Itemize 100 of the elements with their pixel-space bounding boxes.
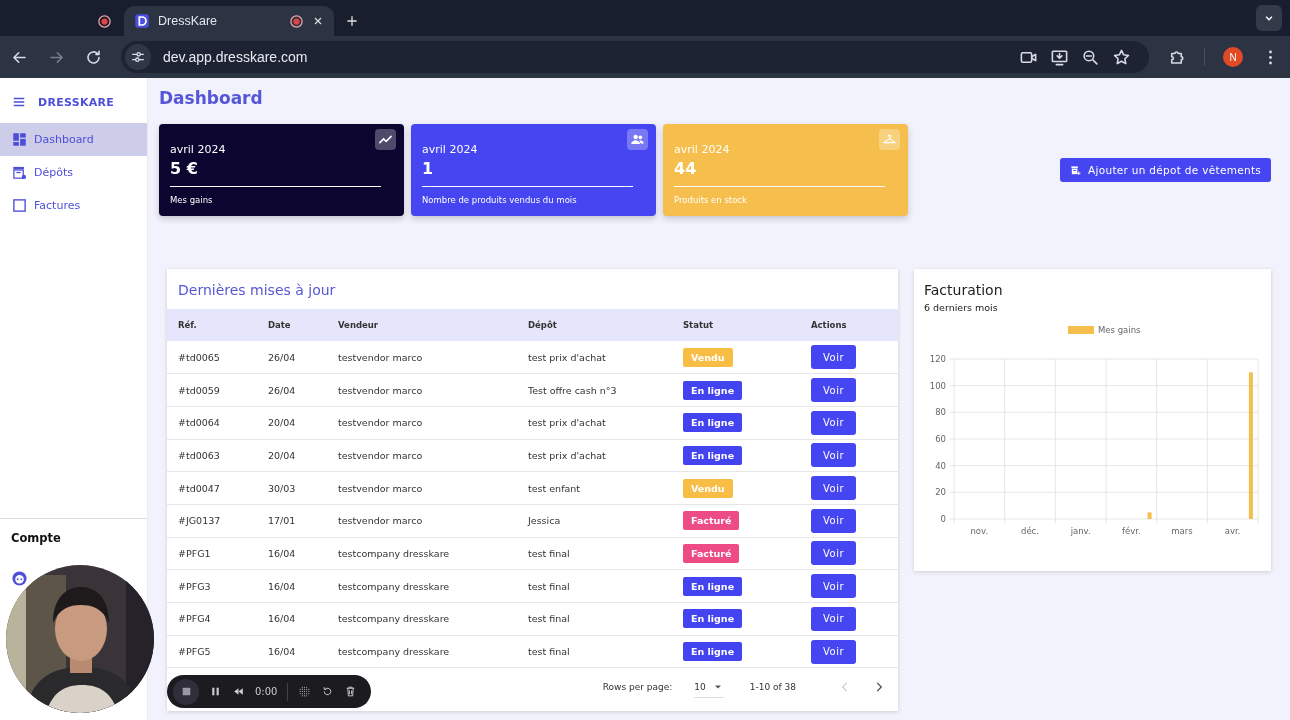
table-cell: Test offre cash n°3 <box>517 373 672 407</box>
table-cell: testvendor marco <box>327 504 517 538</box>
table-cell: 20/04 <box>257 406 327 440</box>
rewind-icon[interactable] <box>232 685 245 698</box>
zoom-out-icon[interactable] <box>1081 47 1100 67</box>
tab-search-button[interactable] <box>1256 5 1282 31</box>
card-subtitle: 6 derniers mois <box>924 302 999 313</box>
dot-grid-icon[interactable] <box>298 685 312 698</box>
table-cell: testcompany dresskare <box>327 537 517 570</box>
star-icon[interactable] <box>1112 47 1131 67</box>
legend-swatch[interactable] <box>1068 326 1094 334</box>
rows-per-page-select[interactable]: 10 <box>694 676 724 698</box>
table-cell: 30/03 <box>257 471 327 505</box>
view-button[interactable]: Voir <box>811 541 856 566</box>
table-cell: #PFG1 <box>167 537 257 570</box>
status-badge: Facturé <box>683 543 740 563</box>
install-icon[interactable] <box>1050 47 1069 67</box>
close-icon[interactable] <box>312 15 324 27</box>
sliders-icon <box>130 49 146 65</box>
profile-avatar[interactable]: N <box>1223 47 1243 67</box>
table-cell: #td0064 <box>167 406 257 440</box>
sidebar-item[interactable]: Dépôts <box>0 156 147 189</box>
card-caption: Nombre de produits vendus du mois <box>422 195 578 205</box>
table-cell: test final <box>517 569 672 603</box>
table-cell: 26/04 <box>257 341 327 374</box>
card-period: avril 2024 <box>422 143 479 156</box>
table-cell: test final <box>517 635 672 668</box>
card-title: Dernières mises à jour <box>177 281 337 300</box>
x-tick-label: nov. <box>970 526 989 536</box>
add-deposit-button[interactable]: Ajouter un dépot de vêtements <box>1060 158 1271 182</box>
archive-icon <box>12 165 27 180</box>
recording-time: 0:00 <box>255 686 278 697</box>
table-cell: 16/04 <box>257 602 327 636</box>
view-button[interactable]: Voir <box>811 508 856 533</box>
y-tick-label: 80 <box>935 407 946 418</box>
table-cell: 16/04 <box>257 635 327 668</box>
address-bar[interactable]: dev.app.dresskare.com <box>121 41 1149 73</box>
x-tick-label: avr. <box>1224 526 1241 536</box>
column-header: Vendeur <box>327 309 517 341</box>
column-header: Statut <box>672 309 800 341</box>
status-badge: En ligne <box>683 380 743 400</box>
view-button[interactable]: Voir <box>811 345 856 370</box>
view-button[interactable]: Voir <box>811 410 856 435</box>
table-cell: Jessica <box>517 504 672 538</box>
url-text: dev.app.dresskare.com <box>163 49 308 65</box>
stop-button[interactable] <box>173 678 199 705</box>
x-tick-label: mars <box>1171 526 1193 536</box>
card-caption: Mes gains <box>170 195 214 205</box>
square-icon <box>12 198 27 213</box>
new-tab-icon[interactable] <box>344 13 360 29</box>
site-info-button[interactable] <box>125 44 151 70</box>
y-tick-label: 100 <box>929 380 946 391</box>
pause-icon[interactable] <box>209 685 222 698</box>
status-badge: En ligne <box>683 642 743 662</box>
status-badge: En ligne <box>683 413 743 433</box>
x-tick-label: déc. <box>1021 526 1039 536</box>
y-tick-label: 120 <box>929 354 946 364</box>
table-cell: #PFG4 <box>167 602 257 636</box>
table-cell: test prix d'achat <box>517 439 672 472</box>
view-button[interactable]: Voir <box>811 378 856 403</box>
card-period: avril 2024 <box>674 143 731 156</box>
x-tick-label: janv. <box>1070 526 1091 536</box>
card-value: 1 <box>422 159 435 178</box>
robot-icon[interactable] <box>11 570 28 587</box>
status-badge: En ligne <box>683 445 743 465</box>
table-cell: testvendor marco <box>327 471 517 505</box>
browser-tab[interactable]: DressKare <box>124 6 334 36</box>
sidebar-item[interactable]: Factures <box>0 189 147 222</box>
section-title: Compte <box>11 531 62 545</box>
table-cell: test final <box>517 537 672 570</box>
view-button[interactable]: Voir <box>811 574 856 599</box>
dashboard-icon <box>12 132 27 147</box>
menu-icon[interactable] <box>12 95 26 109</box>
status-badge: Vendu <box>683 347 733 367</box>
view-button[interactable]: Voir <box>811 476 856 501</box>
tab-title: DressKare <box>158 14 219 28</box>
favicon-icon <box>134 13 150 29</box>
card-period: avril 2024 <box>170 143 227 156</box>
table-cell: testvendor marco <box>327 341 517 374</box>
card-value: 5 € <box>170 159 199 178</box>
table-cell: #td0047 <box>167 471 257 505</box>
view-button[interactable]: Voir <box>811 443 856 468</box>
table-cell: test prix d'achat <box>517 406 672 440</box>
table-cell: testvendor marco <box>327 373 517 407</box>
column-header: Actions <box>800 309 898 341</box>
table-cell: #JG0137 <box>167 504 257 538</box>
table-cell: #td0065 <box>167 341 257 374</box>
table-cell: testcompany dresskare <box>327 569 517 603</box>
status-badge: En ligne <box>683 576 743 596</box>
table-cell: test final <box>517 602 672 636</box>
archive-add-icon <box>1070 164 1081 176</box>
column-header: Date <box>257 309 327 341</box>
view-button[interactable]: Voir <box>811 606 856 631</box>
table-cell: test enfant <box>517 471 672 505</box>
status-badge: Vendu <box>683 478 733 498</box>
y-tick-label: 40 <box>935 460 946 471</box>
view-button[interactable]: Voir <box>811 639 856 664</box>
table-cell: 16/04 <box>257 569 327 603</box>
sidebar-item[interactable]: Dashboard <box>0 123 147 156</box>
y-tick-label: 60 <box>935 434 946 444</box>
